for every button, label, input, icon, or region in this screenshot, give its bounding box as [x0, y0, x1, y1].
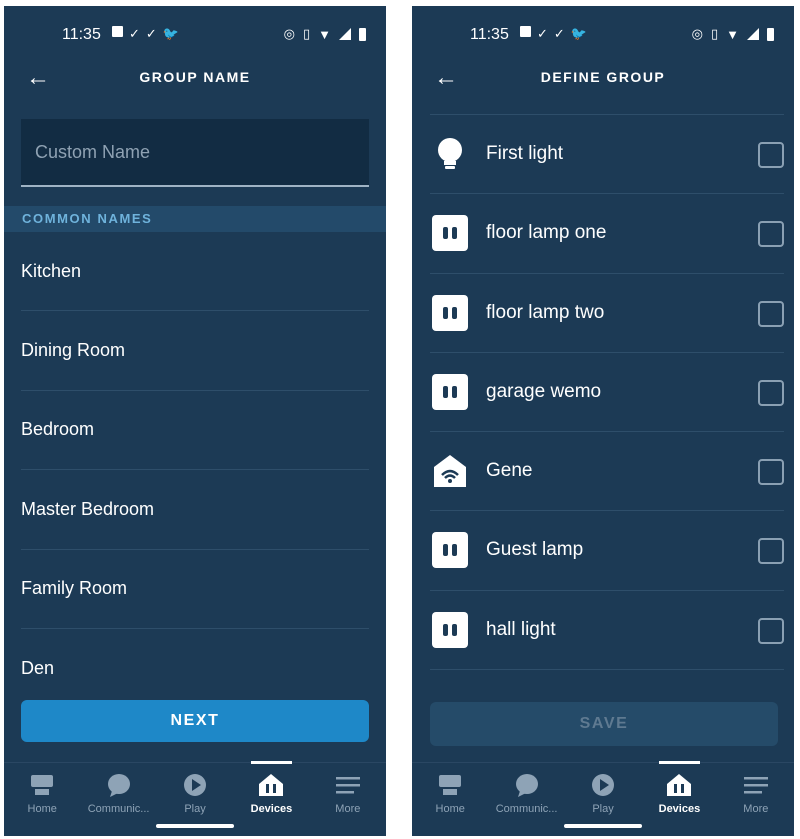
- gesture-home-bar[interactable]: [156, 824, 234, 828]
- location-icon: ◎: [283, 26, 295, 41]
- smart-plug-icon: [432, 294, 468, 331]
- device-checkbox[interactable]: [758, 300, 784, 327]
- save-button[interactable]: SAVE: [430, 702, 778, 746]
- define-group-screen: 11:35 ✓ ✓ 🐦 ◎ ▯ ▼ ← DEFINE GROUP First l…: [412, 6, 794, 836]
- chat-bubble-icon: [107, 774, 130, 797]
- menu-icon: [743, 777, 768, 794]
- device-checkbox[interactable]: [758, 142, 784, 168]
- devices-icon: [259, 774, 284, 796]
- list-item-den[interactable]: Den: [21, 629, 369, 708]
- section-title: COMMON NAMES: [22, 211, 153, 226]
- device-row-gene[interactable]: Gene: [430, 432, 784, 512]
- image-notification-icon: [520, 26, 531, 37]
- group-name-screen: 11:35 ✓ ✓ 🐦 ◎ ▯ ▼ ← GROUP NAME COMMON NA…: [4, 6, 386, 836]
- custom-name-field[interactable]: [21, 119, 369, 187]
- common-names-list: Kitchen Dining Room Bedroom Master Bedro…: [21, 232, 369, 708]
- app-header: ← DEFINE GROUP: [412, 64, 794, 94]
- wifi-icon: ▼: [318, 26, 331, 42]
- gesture-home-bar[interactable]: [564, 824, 642, 828]
- nav-devices[interactable]: Devices: [233, 761, 309, 822]
- missed-call-icon: ✓: [553, 26, 565, 41]
- device-label: floor lamp two: [486, 301, 605, 323]
- menu-icon: [335, 777, 360, 794]
- list-item-bedroom[interactable]: Bedroom: [21, 391, 369, 471]
- nav-communicate[interactable]: Communic...: [80, 763, 156, 822]
- nav-more[interactable]: More: [718, 763, 794, 822]
- battery-icon: [767, 27, 774, 41]
- page-title: DEFINE GROUP: [540, 69, 666, 85]
- smart-plug-icon: [432, 532, 468, 569]
- page-title: GROUP NAME: [139, 69, 251, 85]
- device-label: Guest lamp: [486, 539, 584, 561]
- status-bar: 11:35 ✓ ✓ 🐦 ◎ ▯ ▼: [4, 24, 386, 48]
- image-notification-icon: [112, 26, 123, 37]
- device-checkbox[interactable]: [758, 379, 784, 406]
- missed-call-icon: ✓: [145, 26, 157, 41]
- status-time: 11:35: [62, 26, 101, 43]
- vibrate-icon: ▯: [710, 26, 719, 41]
- nav-play[interactable]: Play: [565, 763, 641, 822]
- nav-devices[interactable]: Devices: [641, 761, 717, 822]
- signal-icon: [339, 28, 351, 40]
- nav-home[interactable]: Home: [412, 763, 488, 822]
- list-item-dining-room[interactable]: Dining Room: [21, 311, 369, 391]
- play-icon: [592, 774, 615, 796]
- list-item-family-room[interactable]: Family Room: [21, 550, 369, 629]
- app-header: ← GROUP NAME: [4, 64, 386, 94]
- list-item-kitchen[interactable]: Kitchen: [21, 232, 369, 312]
- smart-home-icon: [434, 455, 466, 488]
- device-label: Gene: [486, 460, 533, 482]
- device-row-hall-light[interactable]: hall light: [430, 591, 784, 671]
- battery-icon: [359, 27, 366, 41]
- device-row-guest-lamp[interactable]: Guest lamp: [430, 511, 784, 591]
- common-names-section-header: COMMON NAMES: [4, 206, 386, 232]
- smart-plug-icon: [432, 373, 468, 410]
- nav-home[interactable]: Home: [4, 763, 80, 822]
- device-label: hall light: [486, 618, 556, 640]
- device-row-floor-lamp-one[interactable]: floor lamp one: [430, 194, 784, 274]
- status-bar: 11:35 ✓ ✓ 🐦 ◎ ▯ ▼: [412, 24, 794, 48]
- chat-bubble-icon: [515, 774, 538, 797]
- twitter-icon: 🐦: [162, 26, 179, 41]
- home-icon: [31, 775, 54, 795]
- signal-icon: [747, 28, 759, 40]
- device-label: floor lamp one: [486, 222, 607, 244]
- vibrate-icon: ▯: [302, 26, 311, 41]
- device-label: garage wemo: [486, 380, 602, 402]
- bottom-nav: Home Communic... Play Devices More: [412, 761, 794, 822]
- devices-icon: [667, 774, 692, 796]
- missed-call-icon: ✓: [129, 26, 140, 41]
- nav-communicate[interactable]: Communic...: [488, 763, 564, 822]
- device-row-floor-lamp-two[interactable]: floor lamp two: [430, 274, 784, 353]
- device-checkbox[interactable]: [758, 617, 784, 644]
- bottom-nav: Home Communic... Play Devices More: [4, 761, 386, 822]
- home-icon: [439, 775, 462, 795]
- device-row-garage-wemo[interactable]: garage wemo: [430, 353, 784, 433]
- custom-name-input[interactable]: [21, 119, 369, 185]
- wifi-icon: ▼: [726, 26, 739, 42]
- nav-play[interactable]: Play: [157, 763, 233, 822]
- location-icon: ◎: [691, 26, 703, 41]
- twitter-icon: 🐦: [570, 26, 587, 41]
- next-button[interactable]: NEXT: [21, 700, 369, 742]
- device-checkbox[interactable]: [758, 538, 784, 565]
- devices-list: First light floor lamp one floor lamp tw…: [430, 114, 784, 671]
- device-checkbox[interactable]: [758, 221, 784, 248]
- device-label: First light: [486, 143, 564, 164]
- bulb-icon: [438, 138, 462, 169]
- status-time: 11:35: [470, 26, 509, 43]
- missed-call-icon: ✓: [537, 26, 548, 41]
- list-item-master-bedroom[interactable]: Master Bedroom: [21, 470, 369, 550]
- play-icon: [184, 774, 207, 796]
- nav-more[interactable]: More: [310, 763, 386, 822]
- smart-plug-icon: [432, 215, 468, 252]
- device-checkbox[interactable]: [758, 459, 784, 486]
- smart-plug-icon: [432, 611, 468, 648]
- device-row-first-light[interactable]: First light: [430, 115, 784, 195]
